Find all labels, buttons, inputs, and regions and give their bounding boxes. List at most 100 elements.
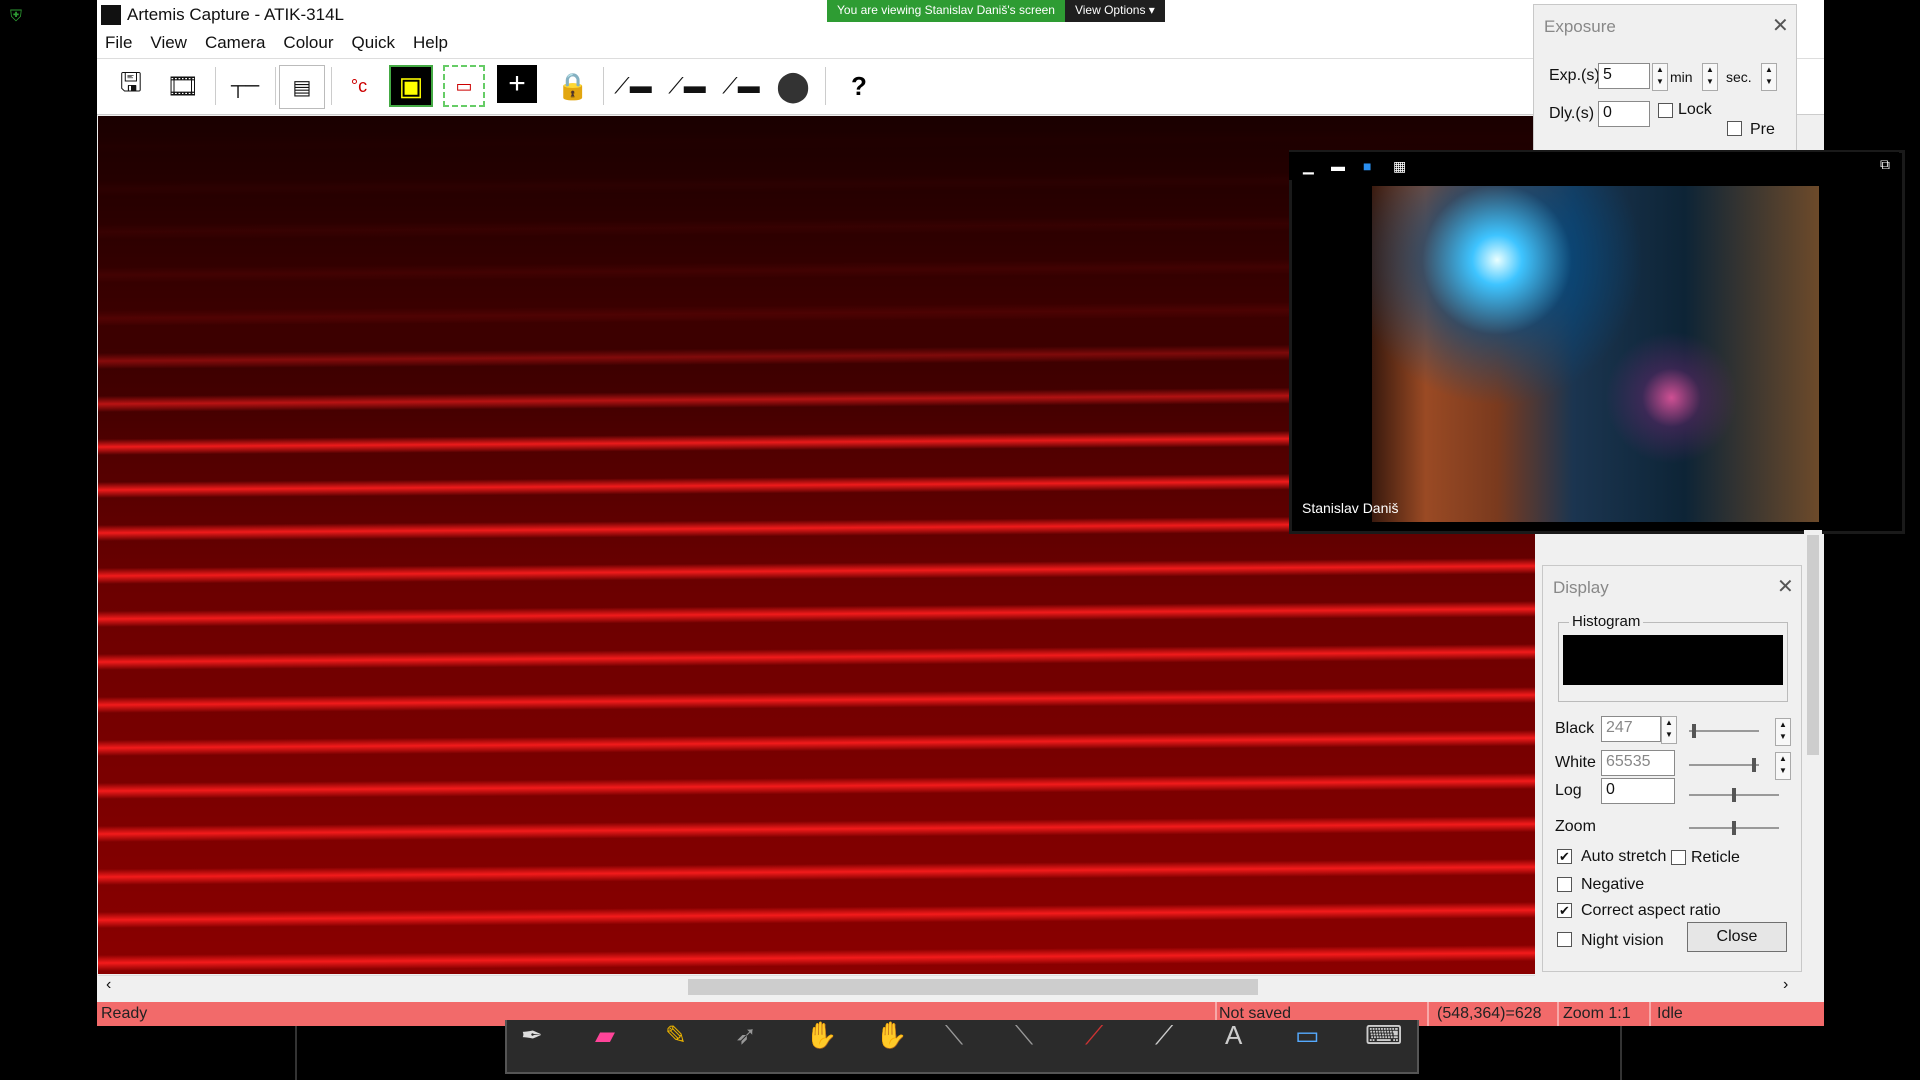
line-icon[interactable]: ⟍ <box>1015 1020 1033 1052</box>
settings-panel-icon[interactable]: ▤ <box>279 65 325 109</box>
slider-thumb[interactable] <box>1751 758 1756 772</box>
desktop-divider <box>295 1026 297 1080</box>
subframe-icon[interactable]: ▭ <box>443 65 485 107</box>
slider-thumb[interactable] <box>1732 788 1736 802</box>
lock-icon[interactable]: 🔒 <box>551 65 595 107</box>
reticle-label: Reticle <box>1691 849 1740 866</box>
participant-name: Stanislav Daniš <box>1302 500 1399 516</box>
status-camera: Idle <box>1657 1005 1683 1022</box>
horizontal-scrollbar[interactable]: ‹ › <box>98 975 1788 998</box>
video-view-bar: ▁ ▬ ■ ▦ <box>1289 152 1899 180</box>
focus-frame-icon[interactable]: ▣ <box>389 65 433 107</box>
pre-checkbox[interactable] <box>1727 121 1742 136</box>
close-icon[interactable]: ✕ <box>1772 13 1789 38</box>
close-button[interactable]: Close <box>1687 922 1787 952</box>
menu-quick[interactable]: Quick <box>344 30 405 53</box>
add-reticle-icon[interactable]: + <box>497 65 537 103</box>
pen-icon[interactable]: ✒ <box>521 1020 543 1051</box>
reticle-checkbox[interactable] <box>1671 850 1686 865</box>
scroll-left-icon[interactable]: ‹ <box>106 976 111 994</box>
sec-spinner[interactable]: ▲ ▼ <box>1761 63 1777 91</box>
single-exposure-icon[interactable]: ⟋▬ <box>611 65 655 107</box>
histogram-label: Histogram <box>1569 613 1644 630</box>
aspect-checkbox[interactable]: ✔ <box>1557 903 1572 918</box>
display-dialog: Display ✕ Histogram Black 247 ▲ ▼ ▲ ▼ Whit… <box>1542 565 1802 972</box>
crosshair-line-icon[interactable]: ┬─ <box>223 65 267 107</box>
app-icon <box>101 5 121 25</box>
histogram-group: Histogram <box>1558 613 1788 702</box>
speaker-view-icon[interactable]: ■ <box>1363 158 1371 174</box>
menu-camera[interactable]: Camera <box>197 30 275 53</box>
small-view-icon[interactable]: ▬ <box>1331 158 1345 174</box>
scroll-thumb[interactable] <box>1807 535 1819 755</box>
text-tool-icon[interactable]: A <box>1225 1020 1242 1051</box>
pointer-icon[interactable]: ➶ <box>735 1020 757 1051</box>
save-icon[interactable]: 🖫 <box>109 65 153 107</box>
night-vision-checkbox[interactable] <box>1557 932 1572 947</box>
participant-video <box>1372 186 1819 522</box>
help-icon[interactable]: ? <box>837 65 881 107</box>
log-slider[interactable] <box>1689 788 1779 802</box>
keyboard-icon[interactable]: ⌨ <box>1365 1020 1403 1051</box>
colour-wheel-icon[interactable]: ⬤ <box>771 65 815 107</box>
lock-label: Lock <box>1678 101 1712 118</box>
numbered-exposure-icon[interactable]: ⟋▬ <box>719 65 763 107</box>
highlighter-icon[interactable]: ✎ <box>665 1020 687 1051</box>
exp-spinner[interactable]: ▲ ▼ <box>1652 63 1668 91</box>
histogram-plot <box>1563 635 1783 685</box>
white-label: White <box>1555 754 1596 771</box>
marker-icon[interactable]: ⟋ <box>1085 1020 1103 1052</box>
pre-label: Pre <box>1750 121 1775 138</box>
log-field[interactable]: 0 <box>1601 778 1675 804</box>
white-slider[interactable] <box>1689 758 1759 772</box>
min-label: min <box>1670 69 1693 85</box>
menu-colour[interactable]: Colour <box>275 30 343 53</box>
black-label: Black <box>1555 720 1595 737</box>
hand-icon[interactable]: ✋ <box>805 1020 837 1051</box>
gallery-view-icon[interactable]: ▦ <box>1393 158 1406 175</box>
black-field[interactable]: 247 <box>1601 716 1661 742</box>
zoom-label: Zoom <box>1555 818 1596 835</box>
white-slider-spinner[interactable]: ▲ ▼ <box>1775 752 1791 780</box>
exposure-title: Exposure <box>1544 17 1616 36</box>
negative-checkbox[interactable] <box>1557 877 1572 892</box>
eraser-icon[interactable]: ▰ <box>595 1020 615 1051</box>
black-slider-spinner[interactable]: ▲ ▼ <box>1775 718 1791 746</box>
pencil-icon[interactable]: ⟋ <box>1155 1020 1173 1052</box>
lock-checkbox[interactable] <box>1658 103 1673 118</box>
continuous-exposure-icon[interactable]: ⟋▬ <box>665 65 709 107</box>
black-slider[interactable] <box>1689 724 1759 738</box>
zoom-slider[interactable] <box>1689 821 1779 835</box>
min-spinner[interactable]: ▲ ▼ <box>1702 63 1718 91</box>
display-title: Display <box>1553 578 1609 597</box>
black-spinner[interactable]: ▲ ▼ <box>1661 716 1677 744</box>
vertical-scrollbar[interactable] <box>1804 530 1822 970</box>
aspect-label: Correct aspect ratio <box>1581 902 1721 919</box>
slider-thumb[interactable] <box>1732 821 1736 835</box>
negative-label: Negative <box>1581 876 1645 893</box>
window-title: Artemis Capture - ATIK-314L <box>127 5 344 24</box>
menu-help[interactable]: Help <box>405 30 458 53</box>
zoom-tool-icon[interactable]: ⟍ <box>945 1020 963 1052</box>
dly-field[interactable]: 0 <box>1598 101 1650 127</box>
scroll-thumb[interactable] <box>688 979 1258 995</box>
white-field[interactable]: 65535 <box>1601 750 1675 776</box>
auto-stretch-checkbox[interactable]: ✔ <box>1557 849 1572 864</box>
grab-icon[interactable]: ✋ <box>875 1020 907 1051</box>
scroll-right-icon[interactable]: › <box>1783 976 1788 994</box>
exp-label: Exp.(s) <box>1549 67 1600 84</box>
menu-file[interactable]: File <box>97 30 142 53</box>
view-options-button[interactable]: View Options ▾ <box>1064 0 1165 22</box>
slider-thumb[interactable] <box>1692 724 1697 738</box>
minimize-icon[interactable]: ▁ <box>1303 158 1314 175</box>
close-icon[interactable]: ✕ <box>1777 574 1794 599</box>
annotation-toolbar: ✒ ▰ ✎ ➶ ✋ ✋ ⟍ ⟍ ⟋ ⟋ A ▭ ⌨ <box>505 1020 1419 1074</box>
night-vision-label: Night vision <box>1581 932 1664 949</box>
exit-fullscreen-icon[interactable]: ⧉ <box>1880 156 1890 173</box>
exp-field[interactable]: 5 <box>1598 63 1650 89</box>
temperature-icon[interactable]: °c <box>337 65 381 107</box>
dly-label: Dly.(s) <box>1549 105 1595 122</box>
menu-view[interactable]: View <box>142 30 197 53</box>
save-sequence-icon[interactable]: 🎞 <box>161 65 205 107</box>
screen-icon[interactable]: ▭ <box>1295 1020 1320 1051</box>
